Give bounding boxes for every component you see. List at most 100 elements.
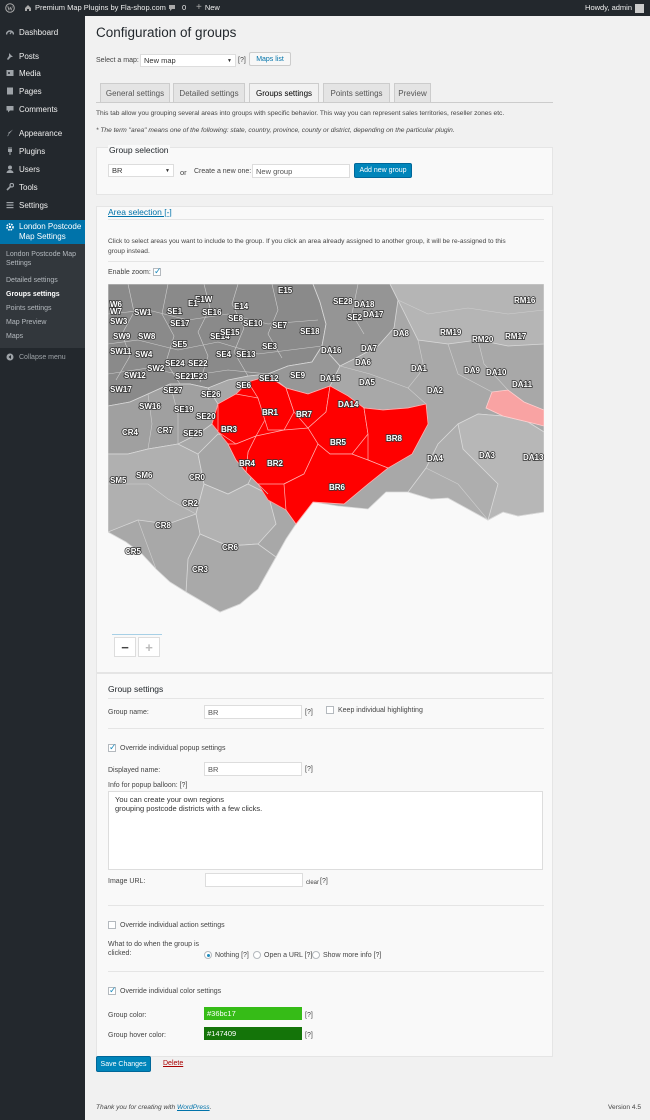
action-info-radio[interactable]	[312, 951, 320, 959]
map-label-se15: SE15	[220, 328, 240, 337]
map-label-se21: SE21	[175, 372, 195, 381]
delete-link[interactable]: Delete	[163, 1060, 183, 1067]
popup-info-line: You can create your own regions	[115, 795, 224, 804]
menu-london-postcode-map-settings[interactable]: London Postcode Map Settings	[0, 220, 85, 244]
image-url-input[interactable]	[205, 873, 303, 887]
comment-icon	[169, 5, 175, 11]
menu-appearance[interactable]: Appearance	[0, 124, 85, 142]
group-select-value: BR	[112, 166, 123, 175]
comments-count: 0	[182, 3, 187, 12]
howdy-text: Howdy, admin	[585, 3, 632, 12]
displayed-name-input[interactable]: BR	[204, 762, 302, 776]
brush-icon	[6, 129, 14, 137]
clear-link[interactable]: clear	[306, 880, 319, 886]
enable-zoom-label: Enable zoom:	[108, 269, 151, 276]
action-url-radio[interactable]	[253, 951, 261, 959]
map-label-cr3: CR3	[192, 565, 209, 574]
help-link[interactable]: [?]	[241, 952, 249, 959]
wordpress-logo-icon[interactable]: W	[5, 0, 15, 16]
group-color-input[interactable]: #36bc17	[204, 1007, 302, 1020]
map-label-se9: SE9	[290, 371, 306, 380]
menu-users[interactable]: Users	[0, 160, 85, 178]
popup-info-textarea[interactable]: You can create your own regions grouping…	[108, 791, 543, 870]
chevron-down-icon: ▼	[227, 57, 232, 64]
zoom-in-button[interactable]: +	[138, 637, 160, 657]
group-name-label: Group name:	[108, 709, 149, 716]
menu-pages[interactable]: Pages	[0, 82, 85, 100]
override-popup-checkbox[interactable]	[108, 742, 117, 753]
help-link[interactable]: [?]	[305, 766, 313, 773]
map-select[interactable]: New map ▼	[140, 54, 236, 67]
map-label-sw17: SW17	[110, 385, 132, 394]
submenu-item-london-postcode-map-settings[interactable]: London Postcode Map Settings	[6, 250, 84, 268]
tab-points-settings[interactable]: Points settings	[323, 83, 390, 102]
menu-tools[interactable]: Tools	[0, 178, 85, 196]
submenu-item-maps[interactable]: Maps	[6, 332, 23, 341]
map-label-br4: BR4	[239, 459, 256, 468]
map-label-e14: E14	[234, 302, 249, 311]
help-link[interactable]: [?]	[305, 1032, 313, 1039]
divider	[108, 219, 544, 220]
menu-posts[interactable]: Posts	[0, 47, 85, 65]
help-link[interactable]: [?]	[374, 952, 382, 959]
add-new-group-button[interactable]: Add new group	[354, 163, 412, 178]
map-label-w6: W6	[110, 300, 123, 309]
override-color-checkbox[interactable]	[108, 985, 117, 996]
tab-detailed-settings[interactable]: Detailed settings	[173, 83, 245, 102]
enable-zoom-checkbox[interactable]	[153, 266, 162, 277]
area-selection-toggle[interactable]: Area selection [-]	[108, 207, 172, 217]
wrench-icon	[6, 182, 15, 191]
maps-list-button[interactable]: Maps list	[249, 52, 291, 66]
map-select-value: New map	[144, 56, 176, 65]
version-text: Version 4.5	[608, 1104, 641, 1111]
map-label-cr0: CR0	[189, 473, 206, 482]
submenu-item-groups-settings[interactable]: Groups settings	[6, 290, 60, 299]
action-nothing-label: Nothing [?]	[215, 952, 249, 959]
menu-dashboard[interactable]: Dashboard	[0, 23, 85, 41]
new-content-link[interactable]: + New	[196, 0, 220, 16]
group-settings-panel: Group settings Group name: BR [?] Keep i…	[96, 673, 553, 1057]
group-name-input[interactable]: BR	[204, 705, 302, 719]
submenu-item-map-preview[interactable]: Map Preview	[6, 318, 46, 327]
postcode-map[interactable]: E15SE28 DA18 RM16W7 SW1 SE1E1WE14SE16SE2 DA17…	[108, 284, 544, 617]
menu-settings[interactable]: Settings	[0, 196, 85, 214]
collapse-menu-button[interactable]: Collapse menu	[0, 348, 85, 366]
map-label-da9: DA9	[464, 366, 481, 375]
tab-preview[interactable]: Preview	[394, 83, 431, 102]
help-link[interactable]: [?]	[238, 57, 246, 64]
svg-text:W: W	[7, 7, 13, 13]
map-label-cr8: CR8	[155, 521, 172, 530]
submenu-item-points-settings[interactable]: Points settings	[6, 304, 52, 313]
wordpress-link[interactable]: WordPress	[177, 1104, 210, 1111]
save-changes-button[interactable]: Save Changes	[96, 1056, 151, 1072]
action-url-label: Open a URL [?]	[264, 952, 312, 959]
map-label-se19: SE19	[174, 405, 194, 414]
map-label-se27: SE27	[163, 386, 183, 395]
group-hover-color-input[interactable]: #147409	[204, 1027, 302, 1040]
new-group-input[interactable]: New group	[252, 164, 350, 178]
page-title: Configuration of groups	[96, 25, 237, 40]
zoom-out-button[interactable]: −	[114, 637, 136, 657]
help-link[interactable]: [?]	[320, 878, 328, 885]
comments-link[interactable]: 0	[168, 0, 186, 16]
site-name-link[interactable]: Premium Map Plugins by Fla-shop.com	[24, 0, 166, 16]
override-action-checkbox[interactable]	[108, 921, 116, 929]
help-link[interactable]: [?]	[305, 1012, 313, 1019]
intro-text: This tab allow you grouping several area…	[96, 110, 505, 117]
menu-comments[interactable]: Comments	[0, 100, 85, 118]
plus-icon: +	[196, 2, 202, 13]
menu-plugins[interactable]: Plugins	[0, 142, 85, 160]
group-select[interactable]: BR ▼	[108, 164, 174, 177]
tab-groups-settings[interactable]: Groups settings	[249, 83, 319, 103]
help-link[interactable]: [?]	[305, 709, 313, 716]
keep-highlighting-checkbox[interactable]	[326, 706, 334, 714]
tab-general-settings[interactable]: General settings	[100, 83, 170, 102]
action-info-label: Show more info [?]	[323, 952, 381, 959]
menu-label: Settings	[19, 200, 48, 210]
menu-media[interactable]: Media	[0, 64, 85, 82]
action-nothing-radio[interactable]	[204, 951, 212, 959]
menu-label: Comments	[19, 104, 58, 114]
user-account-link[interactable]: Howdy, admin	[585, 0, 644, 16]
map-label-se8: SE8	[228, 314, 244, 323]
submenu-item-detailed-settings[interactable]: Detailed settings	[6, 276, 58, 285]
